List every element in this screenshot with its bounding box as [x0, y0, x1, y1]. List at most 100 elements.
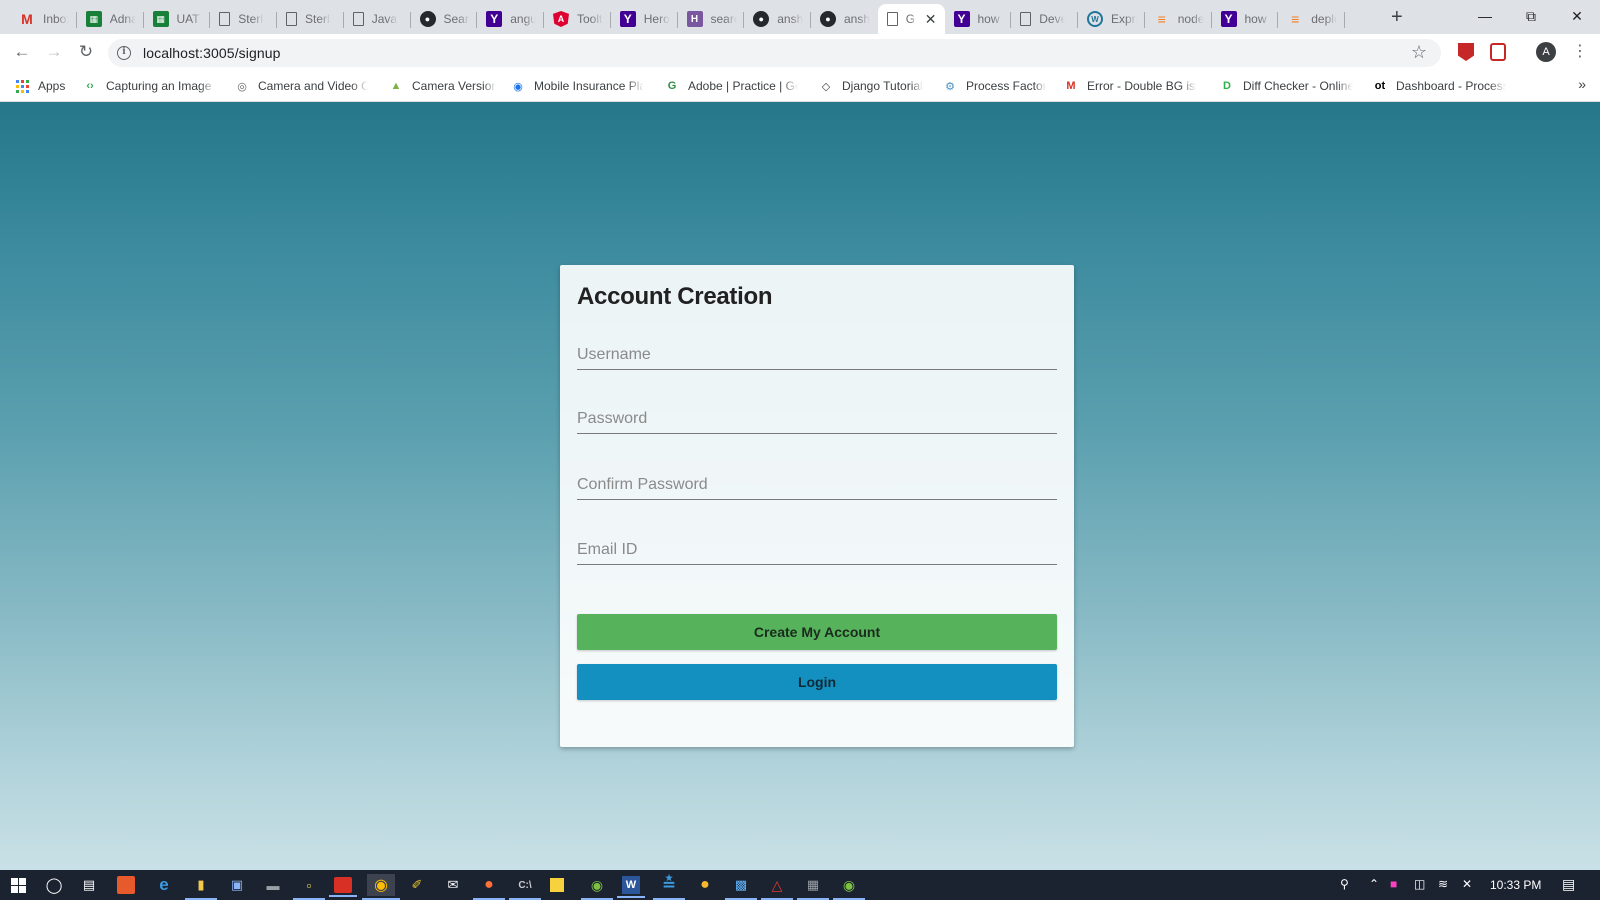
bookmark-label: Camera and Video C	[258, 79, 368, 93]
browser-tab[interactable]: Yangul	[477, 4, 544, 34]
browser-tab[interactable]: Deve	[1011, 4, 1078, 34]
word-icon[interactable]: W	[617, 876, 645, 898]
bookmark-item[interactable]: ◇ Django Tutorial	[818, 76, 923, 96]
sheets-icon: ▦	[152, 11, 169, 27]
address-bar[interactable]: i localhost:3005/signup ☆	[108, 39, 1441, 67]
notepad-icon[interactable]: ▫	[293, 874, 325, 900]
browser-tab[interactable]: Hsearc	[678, 4, 745, 34]
apps-shortcut[interactable]: Apps	[14, 76, 65, 96]
browser-tab[interactable]: ▦ Adna	[77, 4, 144, 34]
vscode-icon[interactable]: ≛	[653, 874, 685, 900]
volume-muted-icon[interactable]: ✕	[1462, 877, 1472, 891]
browser-tab[interactable]: M Inbox	[10, 4, 77, 34]
bookmark-item[interactable]: G Adobe | Practice | Ge	[664, 76, 798, 96]
email-field[interactable]	[577, 531, 1057, 565]
restore-window-button[interactable]: ⧉	[1508, 4, 1554, 28]
tray-overflow-chevron-icon[interactable]: ⌃	[1369, 877, 1379, 891]
browser-tab[interactable]: JavaS	[344, 4, 411, 34]
page-title: Account Creation	[577, 283, 773, 310]
store-icon[interactable]: ▣	[226, 874, 248, 896]
browser-tab[interactable]: ● anshu	[811, 4, 878, 34]
browser-tab[interactable]: Sterlin	[277, 4, 344, 34]
app-icon-green-2[interactable]: ◉	[833, 874, 865, 900]
browser-tab[interactable]: Y Hero	[611, 4, 678, 34]
mail-icon[interactable]: ✉	[442, 874, 464, 896]
firefox-icon[interactable]: ●	[473, 874, 505, 900]
app-icon-green-1[interactable]: ◉	[581, 874, 613, 900]
battery-icon[interactable]: ◫	[1414, 877, 1425, 891]
snipping-tool-icon[interactable]	[117, 876, 135, 894]
bookmark-item[interactable]: ◉ Mobile Insurance Pla	[510, 76, 644, 96]
browser-tab[interactable]: ▦ UAT T	[144, 4, 211, 34]
forward-button[interactable]: →	[42, 40, 66, 64]
bookmark-star-icon[interactable]: ☆	[1411, 42, 1427, 63]
sticky-notes-icon[interactable]	[550, 878, 564, 892]
anydesk-icon[interactable]	[329, 877, 357, 897]
app-icon-blue[interactable]: ▩	[725, 874, 757, 900]
bookmark-item[interactable]: ot Dashboard - Process	[1372, 76, 1506, 96]
browser-tab[interactable]: ≡ deplo	[1278, 4, 1345, 34]
more-bookmarks-chevron-icon[interactable]: »	[1578, 76, 1586, 92]
minimize-window-button[interactable]: —	[1462, 4, 1508, 28]
chrome-browser-icon[interactable]: ◉	[362, 874, 400, 900]
browser-menu-icon[interactable]: ⋮	[1572, 40, 1588, 64]
browser-toolbar: ← → ↻ i localhost:3005/signup ☆ A ⋮	[0, 34, 1600, 70]
bookmark-label: Mobile Insurance Pla	[534, 79, 644, 93]
acrobat-icon[interactable]: △	[761, 874, 793, 900]
password-input[interactable]	[577, 400, 1057, 433]
site-info-icon[interactable]: i	[117, 46, 131, 60]
address-bar-url[interactable]: localhost:3005/signup	[143, 45, 281, 61]
bookmark-item[interactable]: M Error - Double BG iss	[1063, 76, 1197, 96]
page-background: Account Creation Create My Account Login	[0, 102, 1600, 870]
bookmark-item[interactable]: ‹› Capturing an Image f	[82, 76, 216, 96]
extension-shield-icon[interactable]	[1458, 43, 1474, 61]
browser-tab[interactable]: ● anshu	[744, 4, 811, 34]
close-tab-icon[interactable]: ✕	[925, 11, 937, 27]
edge-browser-icon[interactable]: e	[153, 874, 175, 896]
terminal-icon[interactable]: ▦	[797, 874, 829, 900]
confirm-password-field[interactable]	[577, 466, 1057, 500]
file-explorer-icon[interactable]: ▮	[185, 874, 217, 900]
heroku-icon: H	[686, 11, 703, 27]
wifi-icon[interactable]: ≋	[1438, 877, 1448, 891]
browser-tab[interactable]: ≡ node	[1145, 4, 1212, 34]
task-view-icon[interactable]: ▤	[78, 874, 100, 896]
browser-tab[interactable]: Yhow	[1212, 4, 1279, 34]
back-button[interactable]: ←	[10, 40, 34, 64]
profile-avatar[interactable]: A	[1536, 42, 1556, 62]
create-account-button[interactable]: Create My Account	[577, 614, 1057, 650]
reload-button[interactable]: ↻	[74, 40, 98, 64]
browser-tab[interactable]: Sterli	[210, 4, 277, 34]
taskbar-clock[interactable]: 10:33 PM	[1490, 878, 1541, 892]
tab-label: Inbox	[43, 12, 69, 26]
windows-start-icon[interactable]	[7, 874, 29, 896]
tab-active[interactable]: G ✕	[877, 4, 945, 34]
cortana-search-icon[interactable]: ◯	[43, 874, 65, 896]
tray-app-icon[interactable]: ■	[1390, 877, 1397, 891]
browser-tab[interactable]: ● Searc	[411, 4, 478, 34]
confirm-password-input[interactable]	[577, 466, 1057, 499]
app-icon-generic-1[interactable]: ▬	[262, 874, 284, 896]
password-field[interactable]	[577, 400, 1057, 434]
browser-tab[interactable]: A Toolt	[544, 4, 611, 34]
bookmark-item[interactable]: ▲ Camera Version	[388, 76, 496, 96]
extension-pocket-icon[interactable]	[1490, 43, 1506, 61]
github-icon: ●	[753, 11, 770, 27]
username-input[interactable]	[577, 336, 1057, 369]
tab-label: Toolt	[577, 12, 603, 26]
login-button[interactable]: Login	[577, 664, 1057, 700]
browser-tab[interactable]: Yhow	[945, 4, 1012, 34]
username-field[interactable]	[577, 336, 1057, 370]
paint-icon[interactable]: ✐	[406, 874, 428, 896]
app-icon-orange[interactable]: ●	[694, 874, 716, 896]
browser-tab[interactable]: W Expre	[1078, 4, 1145, 34]
action-center-icon[interactable]: ▤	[1562, 876, 1575, 893]
close-window-button[interactable]: ✕	[1554, 4, 1600, 28]
bookmark-item[interactable]: ◎ Camera and Video C	[234, 76, 368, 96]
command-prompt-icon[interactable]: C:\	[509, 874, 541, 900]
people-icon[interactable]: ⚲	[1340, 877, 1349, 891]
email-input[interactable]	[577, 531, 1057, 564]
new-tab-button[interactable]: +	[1391, 6, 1403, 28]
bookmark-item[interactable]: ⚙ Process Factory	[942, 76, 1046, 96]
bookmark-item[interactable]: D Diff Checker - Online	[1219, 76, 1353, 96]
